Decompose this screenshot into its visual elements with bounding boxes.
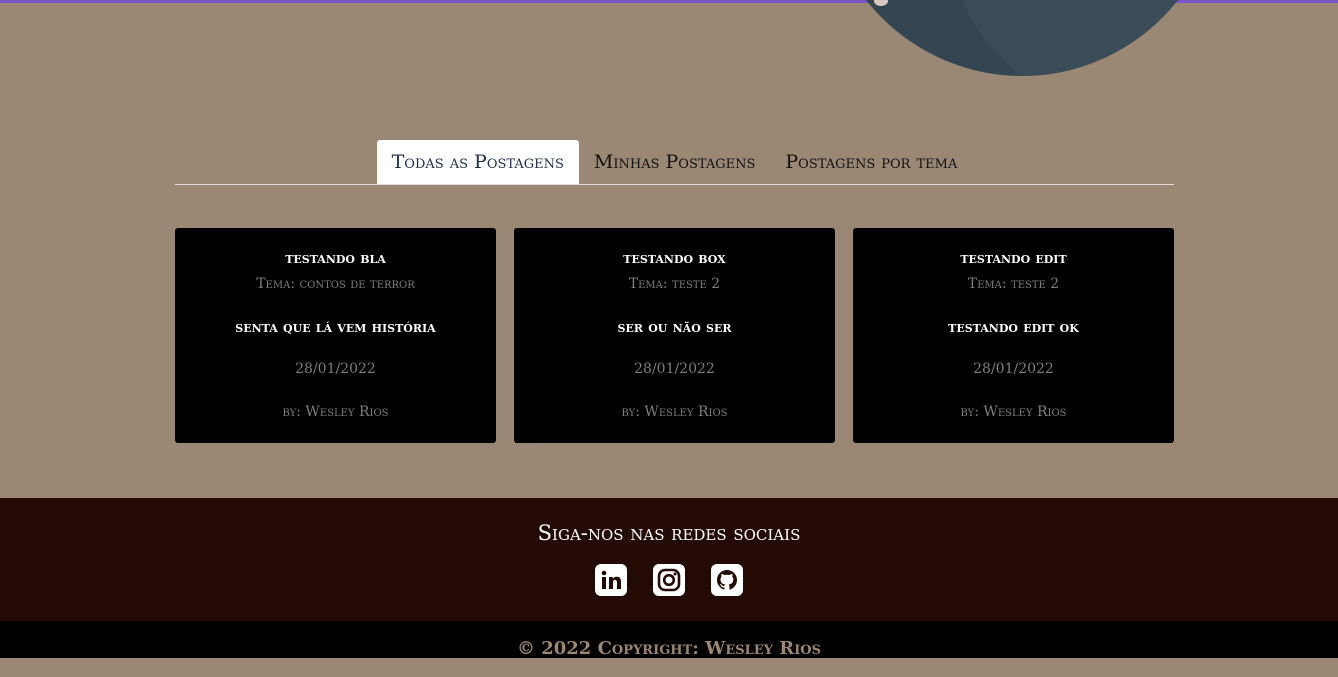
- post-list: testando bla Tema: contos de terror sent…: [175, 228, 1174, 443]
- footer-title: Siga-nos nas redes sociais: [537, 521, 801, 545]
- hero-illustration-shade: [942, 0, 1222, 76]
- github-icon[interactable]: [711, 564, 743, 596]
- social-links: [0, 564, 1338, 596]
- post-title: testando box: [623, 249, 726, 267]
- post-date: 28/01/2022: [973, 361, 1054, 377]
- post-tabs: Todas as Postagens Minhas Postagens Post…: [175, 140, 1174, 185]
- post-date: 28/01/2022: [634, 361, 715, 377]
- post-title: testando edit: [960, 249, 1067, 267]
- copyright-bar: © 2022 Copyright: Wesley Rios: [0, 621, 1338, 659]
- post-author: by: Wesley Rios: [282, 404, 389, 420]
- linkedin-icon[interactable]: [595, 564, 627, 596]
- tab-all-posts[interactable]: Todas as Postagens: [376, 140, 579, 184]
- copyright-text: © 2022 Copyright: Wesley Rios: [516, 638, 822, 659]
- post-text: testando edit ok: [948, 318, 1079, 336]
- footer: Siga-nos nas redes sociais: [0, 498, 1338, 621]
- post-theme: Tema: teste 2: [967, 276, 1060, 292]
- tab-posts-by-theme[interactable]: Postagens por tema: [770, 140, 972, 184]
- post-theme: Tema: teste 2: [628, 276, 721, 292]
- post-card: testando bla Tema: contos de terror sent…: [175, 228, 496, 443]
- post-author: by: Wesley Rios: [960, 404, 1067, 420]
- post-title: testando bla: [285, 249, 386, 267]
- post-text: senta que lá vem história: [235, 318, 436, 336]
- hero-illustration: [822, 0, 1222, 76]
- tab-my-posts[interactable]: Minhas Postagens: [579, 140, 771, 184]
- post-date: 28/01/2022: [295, 361, 376, 377]
- instagram-icon[interactable]: [653, 564, 685, 596]
- post-theme: Tema: contos de terror: [256, 276, 415, 292]
- post-author: by: Wesley Rios: [621, 404, 728, 420]
- hero-illustration-spot: [874, 0, 888, 6]
- post-card: testando edit Tema: teste 2 testando edi…: [853, 228, 1174, 443]
- post-card: testando box Tema: teste 2 ser ou não se…: [514, 228, 835, 443]
- post-text: ser ou não ser: [617, 318, 732, 336]
